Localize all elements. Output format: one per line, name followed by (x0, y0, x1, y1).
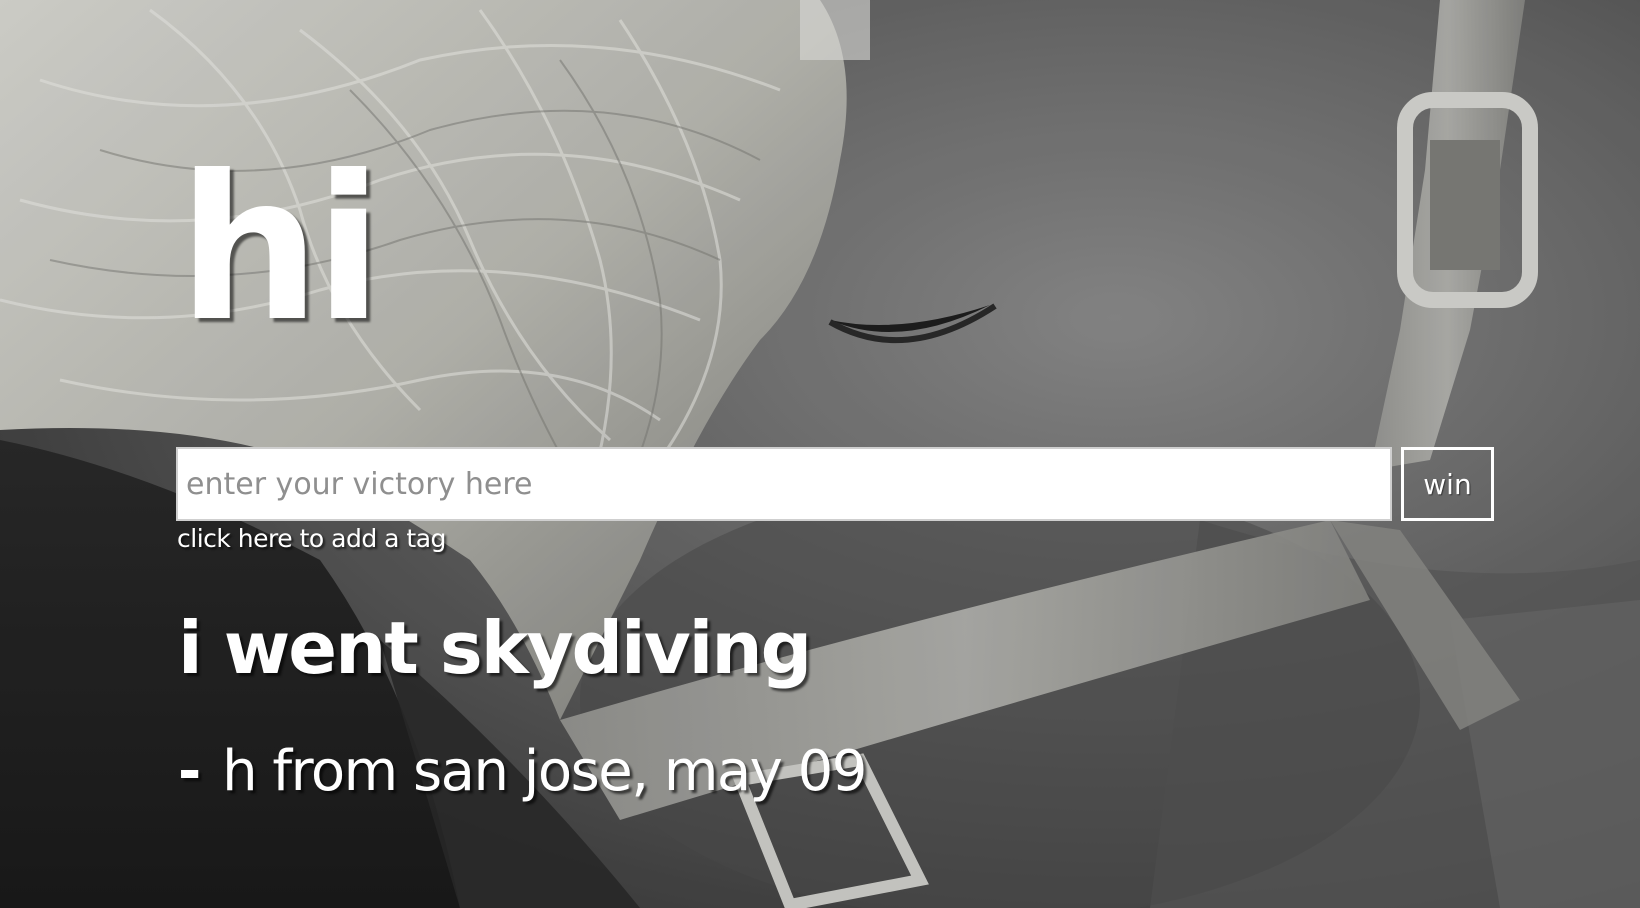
attribution-dash: - (178, 739, 201, 804)
victory-input[interactable] (176, 447, 1392, 521)
win-button[interactable]: win (1401, 447, 1494, 521)
featured-victory-attribution: - h from san jose, may 09 (178, 744, 867, 800)
featured-victory-text: i went skydiving (178, 606, 812, 690)
page: hi win click here to add a tag i went sk… (0, 0, 1640, 908)
add-tag-link[interactable]: click here to add a tag (177, 524, 446, 553)
page-title: hi (178, 133, 383, 366)
victory-form: win (176, 447, 1494, 521)
attribution-text: h from san jose, may 09 (222, 739, 867, 804)
